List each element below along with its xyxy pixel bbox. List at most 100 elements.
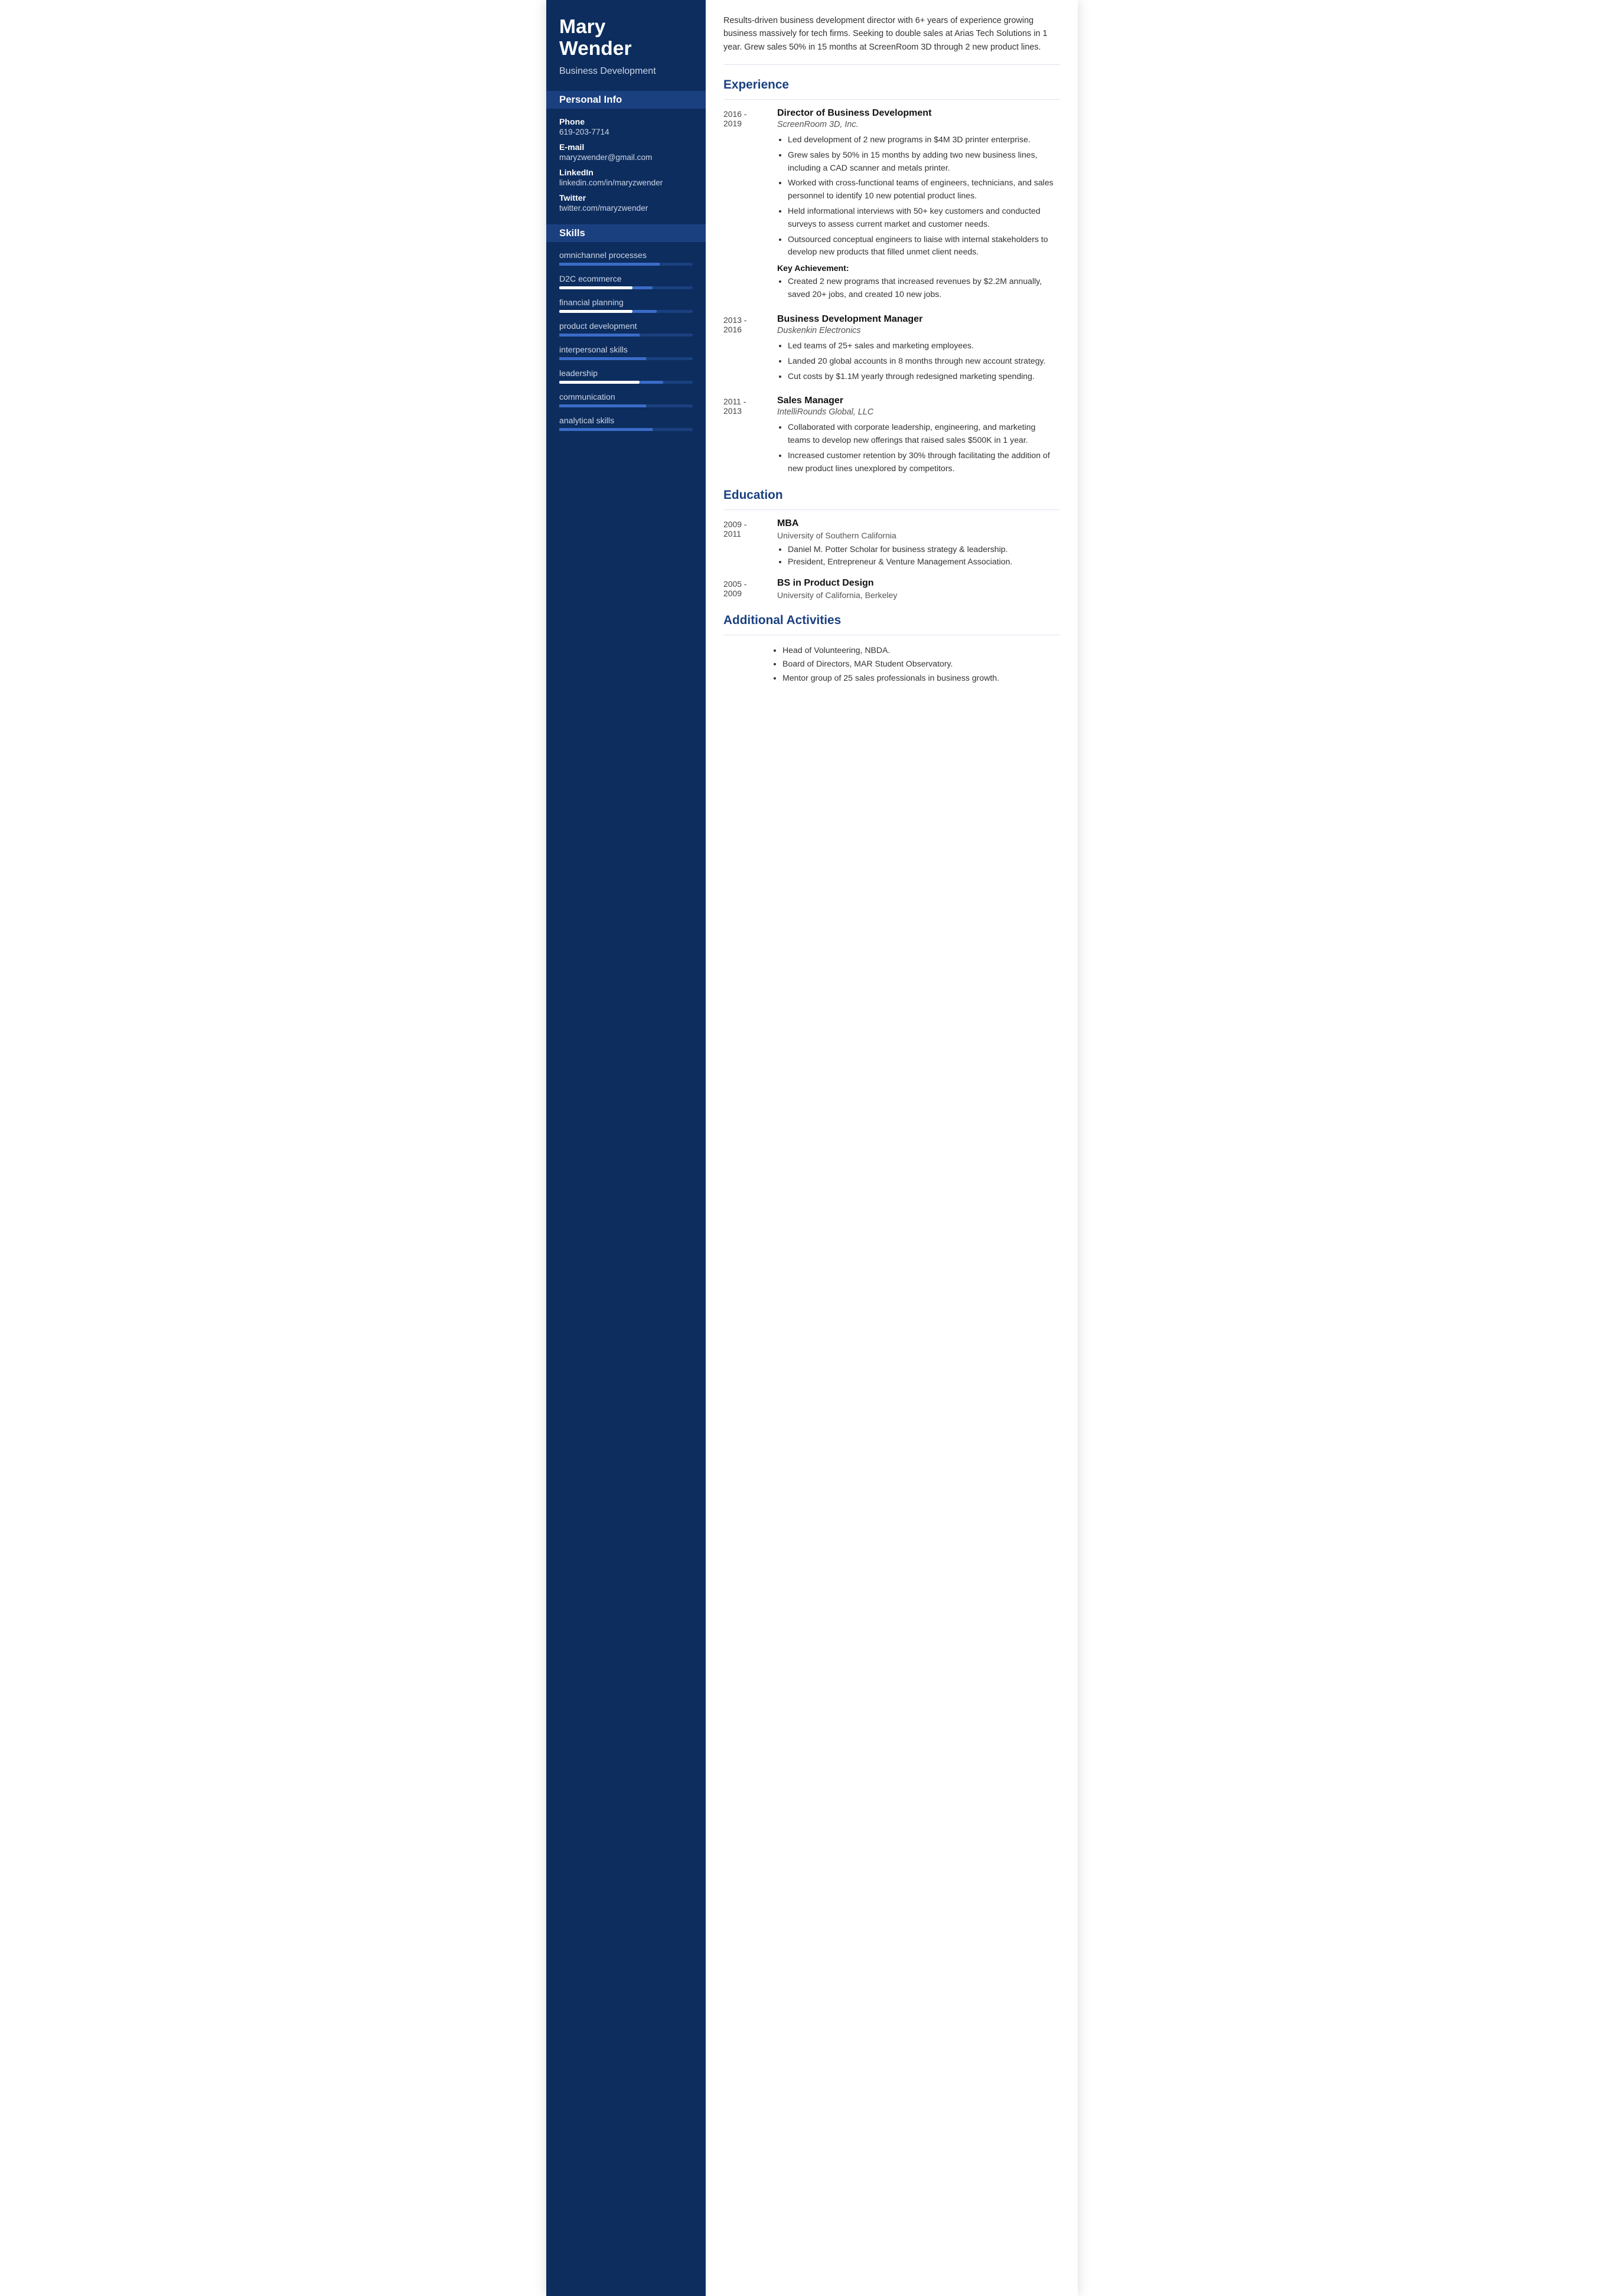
experience-block: 2011 -2013Sales ManagerIntelliRounds Glo… xyxy=(723,396,1060,477)
skill-bar xyxy=(559,428,693,431)
exp-bullets: Led development of 2 new programs in $4M… xyxy=(777,133,1060,259)
skill-bar xyxy=(559,334,693,337)
skill-item: product development xyxy=(559,321,693,337)
skill-name: omnichannel processes xyxy=(559,250,693,260)
experience-block: 2013 -2016Business Development ManagerDu… xyxy=(723,314,1060,385)
skill-bar-accent xyxy=(632,310,657,313)
exp-bullet-item: Led development of 2 new programs in $4M… xyxy=(788,133,1060,146)
linkedin-label: LinkedIn xyxy=(559,168,693,177)
additional-bullet-item: Head of Volunteering, NBDA. xyxy=(782,644,1060,657)
skill-bar-accent xyxy=(559,428,653,431)
personal-info-section-title: Personal Info xyxy=(546,91,706,109)
edu-degree: MBA xyxy=(777,518,1060,529)
phone-value: 619-203-7714 xyxy=(559,128,693,136)
candidate-name: Mary Wender xyxy=(559,17,693,60)
skills-section: Skills omnichannel processesD2C ecommerc… xyxy=(559,224,693,431)
email-label: E-mail xyxy=(559,142,693,152)
exp-bullets: Collaborated with corporate leadership, … xyxy=(777,421,1060,475)
candidate-title: Business Development xyxy=(559,66,693,77)
education-block: 2009 -2011 MBA University of Southern Cali… xyxy=(723,518,1060,569)
exp-job-title: Business Development Manager xyxy=(777,314,1060,325)
exp-bullet-item: Held informational interviews with 50+ k… xyxy=(788,205,1060,231)
edu-bullet-item: Daniel M. Potter Scholar for business st… xyxy=(788,543,1060,556)
sidebar: Mary Wender Business Development Persona… xyxy=(546,0,706,2296)
exp-bullet-item: Outsourced conceptual engineers to liais… xyxy=(788,233,1060,259)
edu-content: MBA University of Southern California Dani… xyxy=(777,518,1060,569)
exp-content: Sales ManagerIntelliRounds Global, LLC Co… xyxy=(777,396,1060,477)
experience-section-title: Experience xyxy=(723,78,1060,94)
edu-bullets: Daniel M. Potter Scholar for business st… xyxy=(777,543,1060,569)
key-achievement-bullets: Created 2 new programs that increased re… xyxy=(777,275,1060,301)
exp-bullet-item: Grew sales by 50% in 15 months by adding… xyxy=(788,149,1060,175)
exp-date: 2011 -2013 xyxy=(723,396,768,477)
exp-company: ScreenRoom 3D, Inc. xyxy=(777,120,1060,129)
skill-bar xyxy=(559,357,693,360)
skill-name: communication xyxy=(559,392,693,401)
skill-bar-accent xyxy=(632,286,653,289)
education-list: 2009 -2011 MBA University of Southern Cali… xyxy=(723,518,1060,603)
phone-label: Phone xyxy=(559,117,693,126)
edu-degree: BS in Product Design xyxy=(777,578,1060,589)
skill-name: interpersonal skills xyxy=(559,345,693,354)
exp-bullet-item: Landed 20 global accounts in 8 months th… xyxy=(788,355,1060,368)
edu-school: University of Southern California xyxy=(777,531,1060,540)
skill-bar xyxy=(559,286,693,289)
education-section-title: Education xyxy=(723,488,1060,505)
exp-content: Business Development ManagerDuskenkin El… xyxy=(777,314,1060,385)
additional-bullet-item: Board of Directors, MAR Student Observat… xyxy=(782,657,1060,671)
twitter-label: Twitter xyxy=(559,193,693,203)
skill-item: interpersonal skills xyxy=(559,345,693,360)
skill-name: analytical skills xyxy=(559,416,693,425)
skill-bar-fill xyxy=(559,286,632,289)
skill-bar xyxy=(559,310,693,313)
key-achievement-bullet-item: Created 2 new programs that increased re… xyxy=(788,275,1060,301)
edu-date: 2009 -2011 xyxy=(723,518,768,569)
skill-item: D2C ecommerce xyxy=(559,274,693,289)
experience-section: Experience 2016 -2019Director of Busines… xyxy=(723,78,1060,478)
exp-job-title: Sales Manager xyxy=(777,396,1060,406)
skill-bar-accent xyxy=(559,263,660,266)
exp-date: 2013 -2016 xyxy=(723,314,768,385)
exp-date: 2016 -2019 xyxy=(723,108,768,303)
skill-bar-fill xyxy=(559,310,632,313)
exp-job-title: Director of Business Development xyxy=(777,108,1060,119)
twitter-value: twitter.com/maryzwender xyxy=(559,204,693,213)
additional-section-title: Additional Activities xyxy=(723,613,1060,630)
exp-company: IntelliRounds Global, LLC xyxy=(777,407,1060,417)
skill-name: financial planning xyxy=(559,298,693,307)
skill-name: product development xyxy=(559,321,693,331)
experience-block: 2016 -2019Director of Business Developme… xyxy=(723,108,1060,303)
main-content: Results-driven business development dire… xyxy=(706,0,1078,2296)
skill-bar xyxy=(559,404,693,407)
skill-bar-accent xyxy=(559,357,646,360)
education-block: 2005 -2009 BS in Product DesignUniversity… xyxy=(723,578,1060,603)
skill-item: omnichannel processes xyxy=(559,250,693,266)
skill-item: leadership xyxy=(559,368,693,384)
skill-item: communication xyxy=(559,392,693,407)
additional-section: Additional Activities Head of Volunteeri… xyxy=(723,613,1060,685)
skill-item: financial planning xyxy=(559,298,693,313)
exp-bullet-item: Increased customer retention by 30% thro… xyxy=(788,449,1060,475)
additional-list: Head of Volunteering, NBDA.Board of Dire… xyxy=(723,644,1060,685)
exp-content: Director of Business DevelopmentScreenRo… xyxy=(777,108,1060,303)
edu-content: BS in Product DesignUniversity of Califo… xyxy=(777,578,1060,603)
linkedin-value: linkedin.com/in/maryzwender xyxy=(559,178,693,187)
email-value: maryzwender@gmail.com xyxy=(559,153,693,162)
exp-bullets: Led teams of 25+ sales and marketing emp… xyxy=(777,339,1060,383)
skill-bar xyxy=(559,263,693,266)
edu-date: 2005 -2009 xyxy=(723,578,768,603)
exp-bullet-item: Led teams of 25+ sales and marketing emp… xyxy=(788,339,1060,352)
skill-item: analytical skills xyxy=(559,416,693,431)
education-section: Education 2009 -2011 MBA University of Sou… xyxy=(723,488,1060,603)
skill-bar-accent xyxy=(640,381,664,384)
skills-list: omnichannel processes D2C ecommerce financ… xyxy=(559,250,693,431)
edu-school: University of California, Berkeley xyxy=(777,590,1060,600)
additional-bullet-item: Mentor group of 25 sales professionals i… xyxy=(782,671,1060,685)
skill-bar-accent xyxy=(559,334,640,337)
exp-bullet-item: Collaborated with corporate leadership, … xyxy=(788,421,1060,447)
experience-divider xyxy=(723,99,1060,100)
skill-bar-fill xyxy=(559,381,640,384)
experience-list: 2016 -2019Director of Business Developme… xyxy=(723,108,1060,478)
exp-bullet-item: Cut costs by $1.1M yearly through redesi… xyxy=(788,370,1060,383)
skill-name: D2C ecommerce xyxy=(559,274,693,283)
